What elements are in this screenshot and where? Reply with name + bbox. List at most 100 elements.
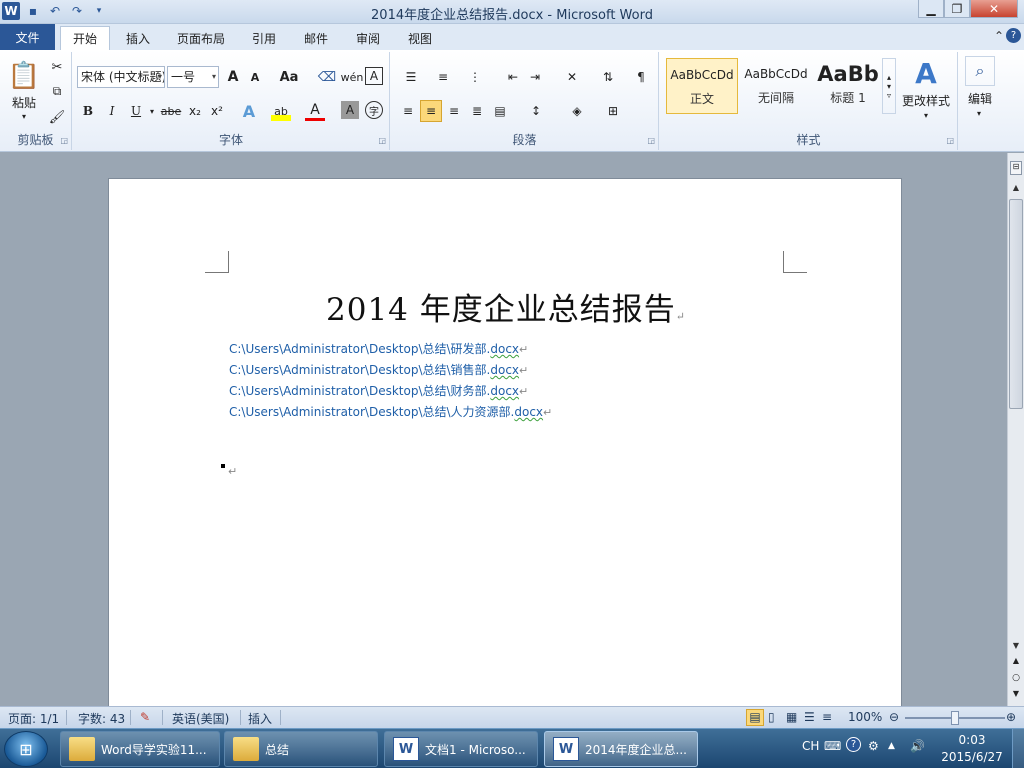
zoom-level[interactable]: 100% <box>848 710 882 724</box>
font-color-button[interactable]: A <box>305 101 325 121</box>
maximize-button[interactable]: ❐ <box>944 0 970 18</box>
font-launcher-icon[interactable]: ◲ <box>378 136 386 145</box>
document-link-rd[interactable]: C:\Users\Administrator\Desktop\总结\研发部.do… <box>229 340 528 357</box>
character-border-button[interactable]: A <box>365 67 383 85</box>
paste-dropdown-icon[interactable]: ▾ <box>16 110 32 122</box>
text-effects-button[interactable]: A <box>239 101 259 121</box>
ime-indicator[interactable]: CH <box>802 739 819 753</box>
format-painter-icon[interactable]: 🖌 <box>48 108 66 126</box>
zoom-slider-thumb[interactable] <box>951 711 959 725</box>
align-left-icon[interactable]: ≡ <box>397 101 419 121</box>
line-spacing-icon[interactable]: ↕ <box>523 101 549 121</box>
print-layout-view-icon[interactable]: ▤ <box>746 709 764 726</box>
minimize-ribbon-icon[interactable]: ⌃ <box>994 29 1004 43</box>
volume-icon[interactable]: 🔊 <box>910 739 925 753</box>
chinese-layout-icon[interactable]: ✕ <box>559 67 585 87</box>
multilevel-list-icon[interactable]: ⋮ <box>461 67 489 87</box>
decrease-indent-icon[interactable]: ⇤ <box>503 67 523 87</box>
taskbar-item-word-doc1[interactable]: W 文档1 - Microso... <box>384 731 538 767</box>
insert-mode-status[interactable]: 插入 <box>248 710 272 727</box>
sort-icon[interactable]: ⇅ <box>597 67 619 87</box>
cut-icon[interactable]: ✂ <box>48 58 66 76</box>
strikethrough-button[interactable]: abe <box>159 101 183 121</box>
tab-file[interactable]: 文件 <box>0 24 55 50</box>
ruler-toggle-icon[interactable]: ⊟ <box>1010 161 1022 175</box>
font-size-combo[interactable]: 一号 ▾ <box>167 66 219 88</box>
clock-date[interactable]: 2015/6/27 <box>938 750 1006 764</box>
bold-button[interactable]: B <box>77 101 99 121</box>
shrink-font-button[interactable]: A <box>245 67 265 87</box>
document-page[interactable]: 2014 年度企业总结报告↵ C:\Users\Administrator\De… <box>108 178 902 706</box>
help-icon[interactable]: ? <box>1006 28 1021 43</box>
grow-font-button[interactable]: A <box>223 67 243 87</box>
proofing-icon[interactable]: ✎ <box>140 710 150 724</box>
distributed-icon[interactable]: ▤ <box>489 101 511 121</box>
paragraph-launcher-icon[interactable]: ◲ <box>647 136 655 145</box>
document-title[interactable]: 2014 年度企业总结报告↵ <box>109 284 903 329</box>
full-screen-reading-icon[interactable]: ▯ <box>768 710 775 724</box>
taskbar-item-word-report[interactable]: W 2014年度企业总... <box>544 731 698 767</box>
clock-time[interactable]: 0:03 <box>942 733 1002 747</box>
copy-icon[interactable]: ⧉ <box>48 82 66 100</box>
scroll-thumb[interactable] <box>1009 199 1023 409</box>
tab-home[interactable]: 开始 <box>60 26 110 50</box>
character-shading-button[interactable]: A <box>341 101 359 119</box>
show-formatting-icon[interactable]: ¶ <box>631 67 651 87</box>
language-status[interactable]: 英语(美国) <box>172 710 229 727</box>
next-page-icon[interactable]: ▼ <box>1008 689 1024 698</box>
style-heading-1[interactable]: AaBb 标题 1 <box>812 58 884 114</box>
increase-indent-icon[interactable]: ⇥ <box>525 67 545 87</box>
align-center-icon[interactable]: ≡ <box>420 100 442 122</box>
outline-view-icon[interactable]: ☰ <box>804 710 815 724</box>
change-case-button[interactable]: Aa <box>275 67 303 87</box>
bullets-icon[interactable]: ☰ <box>397 67 425 87</box>
zoom-out-icon[interactable]: ⊖ <box>889 710 899 724</box>
scroll-down-icon[interactable]: ▼ <box>1008 641 1024 655</box>
chevron-down-icon[interactable]: ▾ <box>973 108 985 118</box>
taskbar-item-folder-word-lab[interactable]: Word导学实验11... <box>60 731 220 767</box>
styles-launcher-icon[interactable]: ◲ <box>946 136 954 145</box>
tab-insert[interactable]: 插入 <box>118 26 158 50</box>
underline-dropdown-icon[interactable]: ▾ <box>147 101 157 121</box>
tab-mailings[interactable]: 邮件 <box>296 26 336 50</box>
paste-button-label[interactable]: 粘贴 <box>6 94 42 110</box>
align-right-icon[interactable]: ≡ <box>443 101 465 121</box>
font-name-combo[interactable]: 宋体 (中文标题) ▾ <box>77 66 165 88</box>
draft-view-icon[interactable]: ≡ <box>822 710 832 724</box>
style-normal[interactable]: AaBbCcDd 正文 <box>666 58 738 114</box>
previous-page-icon[interactable]: ▲ <box>1008 656 1024 665</box>
superscript-button[interactable]: x² <box>207 101 227 121</box>
start-button[interactable]: ⊞ <box>4 731 48 767</box>
document-link-hr[interactable]: C:\Users\Administrator\Desktop\总结\人力资源部.… <box>229 403 552 420</box>
change-styles-button[interactable]: 更改样式 <box>898 92 954 108</box>
help-tray-icon[interactable]: ? <box>846 737 861 752</box>
keyboard-icon[interactable]: ⌨ <box>824 739 841 753</box>
word-count[interactable]: 字数: 43 <box>78 710 125 727</box>
chevron-down-icon[interactable]: ▾ <box>920 110 932 120</box>
shading-icon[interactable]: ◈ <box>563 101 591 121</box>
subscript-button[interactable]: x₂ <box>185 101 205 121</box>
editing-button[interactable]: 编辑 <box>961 90 999 106</box>
show-desktop-button[interactable] <box>1012 729 1024 768</box>
zoom-in-icon[interactable]: ⊕ <box>1006 710 1016 724</box>
tab-view[interactable]: 视图 <box>400 26 440 50</box>
close-button[interactable]: ✕ <box>970 0 1018 18</box>
underline-button[interactable]: U <box>125 101 147 121</box>
tab-page-layout[interactable]: 页面布局 <box>170 26 232 50</box>
clear-formatting-icon[interactable]: ⌫ <box>317 67 337 87</box>
tab-references[interactable]: 引用 <box>244 26 284 50</box>
style-no-spacing[interactable]: AaBbCcDd 无间隔 <box>740 58 812 114</box>
change-styles-icon[interactable]: A <box>908 57 944 90</box>
binoculars-icon[interactable]: ⌕ <box>965 56 995 86</box>
show-hidden-icons-icon[interactable]: ▲ <box>888 741 895 751</box>
taskbar-item-folder-summary[interactable]: 总结 <box>224 731 378 767</box>
minimize-button[interactable]: ▁ <box>918 0 944 18</box>
vertical-scrollbar[interactable]: ⊟ ▲ ▼ ▲ ○ ▼ <box>1007 153 1024 706</box>
enclose-characters-button[interactable]: 字 <box>365 101 383 119</box>
tab-review[interactable]: 审阅 <box>348 26 388 50</box>
document-link-sales[interactable]: C:\Users\Administrator\Desktop\总结\销售部.do… <box>229 361 528 378</box>
scroll-up-icon[interactable]: ▲ <box>1008 183 1024 197</box>
justify-icon[interactable]: ≣ <box>466 101 488 121</box>
highlight-button[interactable]: ab <box>271 101 291 121</box>
italic-button[interactable]: I <box>101 101 123 121</box>
